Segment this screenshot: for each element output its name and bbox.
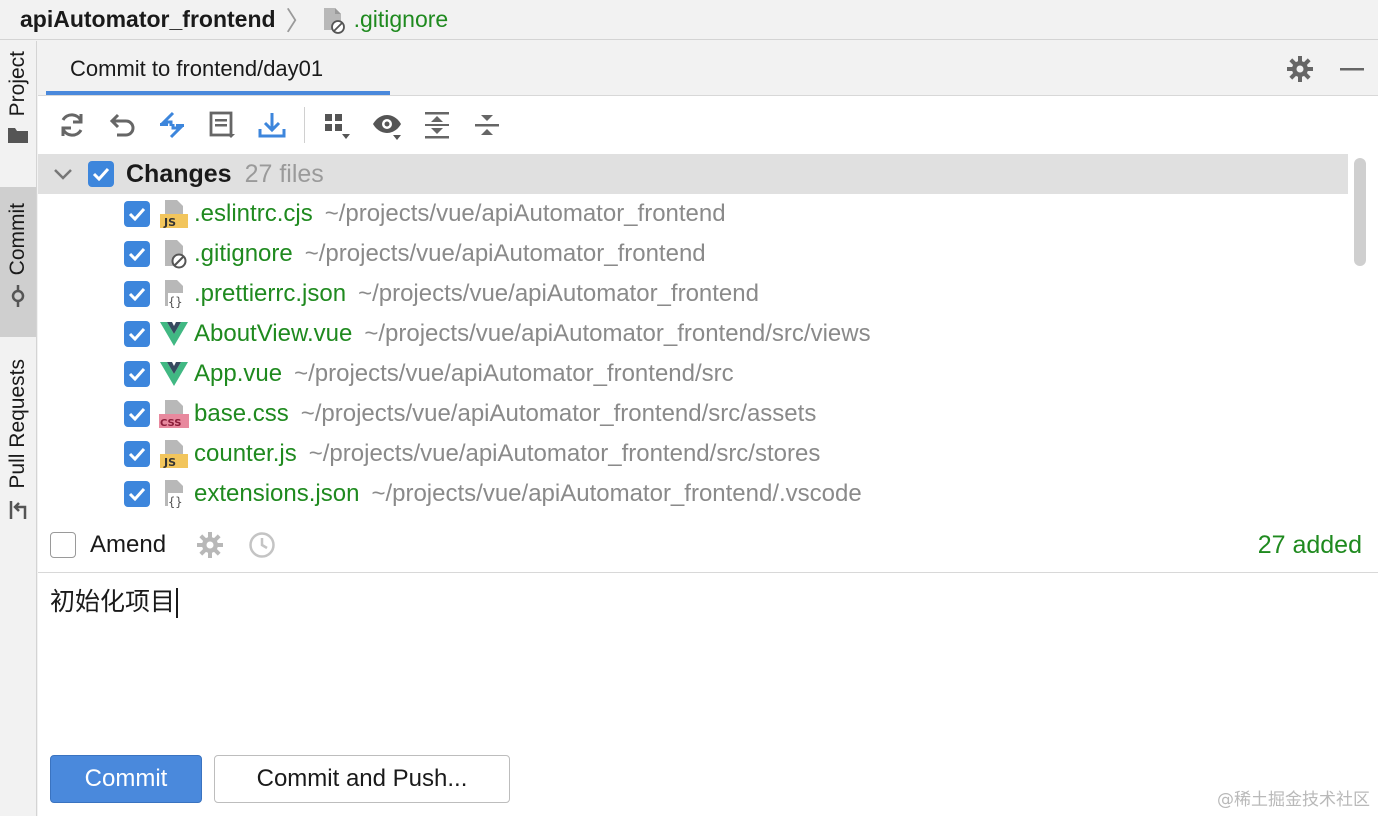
- changes-tree: Changes 27 files JS .eslintrc.cjs ~/proj…: [38, 154, 1378, 516]
- file-path: ~/projects/vue/apiAutomator_frontend/src…: [364, 320, 871, 347]
- breadcrumb-file[interactable]: .gitignore: [354, 6, 449, 33]
- file-checkbox[interactable]: [124, 201, 150, 227]
- file-row[interactable]: .gitignore ~/projects/vue/apiAutomator_f…: [38, 234, 1348, 274]
- chevron-down-icon[interactable]: [50, 167, 76, 181]
- file-checkbox[interactable]: [124, 441, 150, 467]
- strip-commit-button[interactable]: Commit: [0, 187, 36, 337]
- file-path: ~/projects/vue/apiAutomator_frontend/src: [294, 360, 734, 387]
- vue-file-icon: [158, 358, 190, 390]
- strip-project-button[interactable]: Project: [0, 51, 36, 181]
- tab-active-indicator: [46, 91, 390, 95]
- commit-button-bar: Commit Commit and Push...: [38, 745, 1378, 816]
- file-name: .eslintrc.cjs: [194, 200, 313, 227]
- file-name: counter.js: [194, 440, 297, 467]
- collapse-all-icon[interactable]: [465, 103, 509, 147]
- file-path: ~/projects/vue/apiAutomator_frontend: [358, 280, 759, 307]
- file-name: base.css: [194, 400, 289, 427]
- ignore-file-icon: [158, 238, 190, 270]
- file-row[interactable]: {} .prettierrc.json ~/projects/vue/apiAu…: [38, 274, 1348, 314]
- shelve-icon[interactable]: [200, 103, 244, 147]
- commit-message-text: 初始化项目: [50, 587, 176, 616]
- settings-gear-icon[interactable]: [1284, 53, 1316, 85]
- toolbar-separator: [304, 107, 305, 143]
- file-checkbox[interactable]: [124, 241, 150, 267]
- file-path: ~/projects/vue/apiAutomator_frontend: [324, 200, 726, 227]
- file-checkbox[interactable]: [124, 481, 150, 507]
- svg-text:JS: JS: [163, 456, 176, 469]
- file-row[interactable]: App.vue ~/projects/vue/apiAutomator_fron…: [38, 354, 1348, 394]
- svg-text:{}: {}: [168, 495, 182, 509]
- commit-options-gear-icon[interactable]: [194, 529, 226, 561]
- group-by-icon[interactable]: [315, 103, 359, 147]
- file-name: App.vue: [194, 360, 283, 387]
- changes-group-checkbox[interactable]: [88, 161, 114, 187]
- watermark: @稀土掘金技术社区: [1217, 790, 1370, 810]
- commit-button[interactable]: Commit: [50, 755, 202, 803]
- folder-icon: [7, 126, 29, 149]
- commit-and-push-button[interactable]: Commit and Push...: [214, 755, 510, 803]
- diff-icon[interactable]: [150, 103, 194, 147]
- minimize-icon[interactable]: [1336, 53, 1368, 85]
- breadcrumb-project[interactable]: apiAutomator_frontend: [20, 6, 276, 33]
- file-name: .gitignore: [194, 240, 293, 267]
- amend-bar: Amend 27 added: [38, 517, 1378, 573]
- strip-project-label: Project: [6, 51, 29, 117]
- expand-all-icon[interactable]: [415, 103, 459, 147]
- changes-group-row[interactable]: Changes 27 files: [38, 154, 1348, 194]
- pull-request-icon: [7, 499, 29, 526]
- vue-file-icon: [158, 318, 190, 350]
- commit-message-input[interactable]: 初始化项目: [38, 574, 1378, 744]
- commit-toolbar: [38, 97, 1378, 153]
- file-path: ~/projects/vue/apiAutomator_frontend/.vs…: [371, 480, 862, 507]
- file-path: ~/projects/vue/apiAutomator_frontend/src…: [308, 440, 821, 467]
- file-path: ~/projects/vue/apiAutomator_frontend/src…: [300, 400, 817, 427]
- commit-tab-bar: Commit to frontend/day01: [38, 41, 1378, 96]
- changes-file-count: 27 files: [244, 159, 324, 188]
- commit-icon: [7, 285, 29, 312]
- js-file-icon: JS: [158, 198, 190, 230]
- ignore-file-icon: [320, 6, 346, 34]
- file-row[interactable]: AboutView.vue ~/projects/vue/apiAutomato…: [38, 314, 1348, 354]
- amend-checkbox[interactable]: [50, 531, 76, 558]
- svg-text:{}: {}: [168, 295, 182, 309]
- rollback-icon[interactable]: [100, 103, 144, 147]
- strip-commit-label: Commit: [6, 203, 29, 276]
- changes-scrollbar[interactable]: [1354, 158, 1366, 266]
- file-name: .prettierrc.json: [194, 280, 347, 307]
- file-row[interactable]: JS counter.js ~/projects/vue/apiAutomato…: [38, 434, 1348, 474]
- file-checkbox[interactable]: [124, 281, 150, 307]
- added-count: 27 added: [1257, 531, 1362, 559]
- svg-text:JS: JS: [163, 216, 176, 229]
- breadcrumb-separator: 〉: [285, 6, 312, 36]
- file-path: ~/projects/vue/apiAutomator_frontend: [304, 240, 706, 267]
- svg-text:CSS: CSS: [160, 418, 181, 429]
- view-options-icon[interactable]: [365, 103, 409, 147]
- file-checkbox[interactable]: [124, 321, 150, 347]
- json-file-icon: {}: [158, 478, 190, 510]
- clock-icon[interactable]: [246, 529, 278, 561]
- tool-window-strip: Project Commit Pull Requests: [0, 41, 37, 816]
- commit-panel: Commit to frontend/day01 Changes 27 file…: [38, 41, 1378, 816]
- js-file-icon: JS: [158, 438, 190, 470]
- file-row[interactable]: {} extensions.json ~/projects/vue/apiAut…: [38, 474, 1348, 514]
- ide-window: apiAutomator_frontend 〉 .gitignore Proje…: [0, 0, 1378, 816]
- text-caret: [176, 588, 179, 618]
- file-row[interactable]: CSS base.css ~/projects/vue/apiAutomator…: [38, 394, 1348, 434]
- breadcrumb: apiAutomator_frontend 〉 .gitignore: [0, 0, 1378, 40]
- css-file-icon: CSS: [158, 398, 190, 430]
- update-icon[interactable]: [250, 103, 294, 147]
- json-file-icon: {}: [158, 278, 190, 310]
- file-name: AboutView.vue: [194, 320, 353, 347]
- file-checkbox[interactable]: [124, 361, 150, 387]
- strip-pull-requests-button[interactable]: Pull Requests: [0, 359, 36, 539]
- file-row[interactable]: JS .eslintrc.cjs ~/projects/vue/apiAutom…: [38, 194, 1348, 234]
- tab-commit[interactable]: Commit to frontend/day01: [46, 41, 390, 96]
- amend-label[interactable]: Amend: [90, 531, 166, 559]
- changes-group-title: Changes: [126, 159, 232, 188]
- strip-pull-requests-label: Pull Requests: [6, 359, 29, 489]
- file-checkbox[interactable]: [124, 401, 150, 427]
- file-name: extensions.json: [194, 480, 360, 507]
- refresh-icon[interactable]: [50, 103, 94, 147]
